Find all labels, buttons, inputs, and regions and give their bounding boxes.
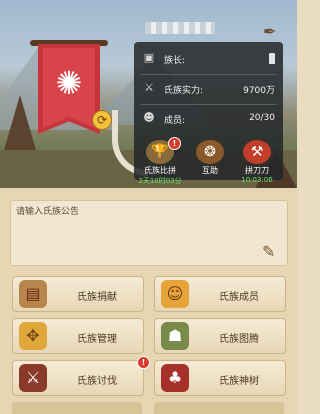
clan-sacred-tree-button[interactable]: ♣ 氏族神树 xyxy=(154,360,286,396)
clan-members-button[interactable]: ☺ 氏族成员 xyxy=(154,276,286,312)
clan-management-label: 氏族管理 xyxy=(77,334,117,345)
change-emblem-icon[interactable]: ⟳ xyxy=(92,110,112,130)
group-slash-label: 拼刀刀 xyxy=(245,166,269,175)
alert-badge: ! xyxy=(168,137,181,150)
clan-donation-label: 氏族捐献 xyxy=(77,292,117,303)
clan-crusade-button[interactable]: ⚔ 氏族讨伐 ! xyxy=(12,356,150,396)
divider xyxy=(140,104,277,105)
mutual-aid-label: 互助 xyxy=(202,166,218,175)
leader-row: ▣ 族长: xyxy=(134,46,283,72)
clan-competition-label: 氏族比拼 xyxy=(144,166,176,175)
clan-crusade-label: 氏族讨伐 xyxy=(77,376,117,387)
alert-badge: ! xyxy=(137,356,150,369)
clan-competition-timer: 2天10时03分 xyxy=(138,177,182,185)
members-row: ☻ 成员: 20/30 xyxy=(134,106,283,132)
clan-info-panel: ▣ 族长: ⚔ 氏族实力: 9700万 ☻ 成员: 20/30 🏆 ! 氏族比拼… xyxy=(134,42,283,185)
power-icon: ⚔ xyxy=(144,81,154,94)
clan-name-blurred xyxy=(145,22,215,34)
next-row-button-edge[interactable] xyxy=(12,402,142,414)
members-icon: ☻ xyxy=(143,111,155,124)
clan-management-button[interactable]: ✥ 氏族管理 xyxy=(12,318,144,354)
divider xyxy=(140,74,277,75)
mutual-aid-button[interactable]: ❂ 互助 xyxy=(188,140,232,178)
leader-label: 族长: xyxy=(164,56,186,66)
members-icon: ☺ xyxy=(161,280,189,308)
clan-totem-label: 氏族图腾 xyxy=(219,334,259,345)
leader-edit-icon[interactable] xyxy=(269,53,275,64)
clan-sacred-tree-label: 氏族神树 xyxy=(219,376,259,387)
sacred-tree-icon: ♣ xyxy=(161,364,189,392)
clan-members-label: 氏族成员 xyxy=(219,292,259,303)
crusade-icon: ⚔ xyxy=(19,364,47,392)
clan-emblem-icon: ✺ xyxy=(55,64,83,102)
group-slash-button[interactable]: ⚒ 拼刀刀 10:03:06 xyxy=(235,140,279,184)
next-row-button-edge[interactable] xyxy=(154,402,284,414)
edit-notice-pen-icon[interactable]: ✎ xyxy=(262,242,275,261)
group-slash-timer: 10:03:06 xyxy=(241,176,273,184)
members-label: 成员: xyxy=(164,116,186,126)
clan-competition-button[interactable]: 🏆 ! 氏族比拼 2天10时03分 xyxy=(138,137,182,185)
notice-placeholder: 请输入氏族公告 xyxy=(16,207,80,217)
mutual-aid-icon: ❂ xyxy=(196,140,224,164)
donation-chest-icon: ▤ xyxy=(19,280,47,308)
power-value: 9700万 xyxy=(243,86,275,96)
rename-quill-icon[interactable]: ✒ xyxy=(263,22,276,41)
power-row: ⚔ 氏族实力: 9700万 xyxy=(134,76,283,102)
power-label: 氏族实力: xyxy=(164,86,204,96)
totem-icon: ☗ xyxy=(161,322,189,350)
leader-icon: ▣ xyxy=(143,51,155,64)
clan-totem-button[interactable]: ☗ 氏族图腾 xyxy=(154,318,286,354)
management-gear-icon: ✥ xyxy=(19,322,47,350)
axe-icon: ⚒ xyxy=(243,140,271,164)
clan-donation-button[interactable]: ▤ 氏族捐献 xyxy=(12,276,144,312)
members-value: 20/30 xyxy=(249,113,275,123)
